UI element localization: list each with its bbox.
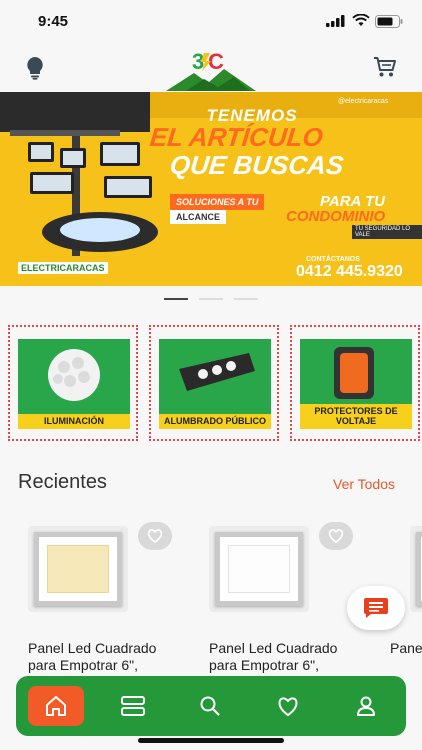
chat-button[interactable] [347,586,405,630]
home-icon [46,696,66,716]
panel-led-white [215,532,303,606]
tab-catalog[interactable] [105,686,161,726]
product-image [410,526,422,612]
lightbulb-icon[interactable] [24,56,46,80]
product-card[interactable]: Panel Led Cuadrado para Empotrar 6", [199,518,369,678]
promo-banner[interactable]: @electricaracas TENEMOS EL ARTÍCULO QUE … [0,92,422,286]
category-image: ILUMINACIÓN [18,339,130,429]
tab-favorites[interactable] [260,686,316,726]
category-label: PROTECTORES DE VOLTAJE [300,404,412,429]
category-protectores-voltaje[interactable]: PROTECTORES DE VOLTAJE [290,325,420,441]
product-name: Panel Led Cuadrado para Empotrar 6", [28,640,157,673]
carousel-dot[interactable] [199,298,223,300]
banner-line2: EL ARTÍCULO [148,122,325,152]
banner-alcance: ALCANCE [170,210,226,224]
tab-profile[interactable] [338,686,394,726]
banner-condominio: CONDOMINIO [286,208,386,225]
banner-brand: ELECTRICARACAS [18,262,108,274]
panel-led-warm [34,532,122,606]
carousel-dot[interactable] [234,298,258,300]
product-image [209,526,309,612]
cart-icon[interactable] [373,56,397,78]
recientes-header: Recientes Ver Todos [0,468,422,498]
status-bar: 9:45 [0,0,422,44]
category-image: PROTECTORES DE VOLTAJE [300,339,412,429]
product-card[interactable]: Panel Led Cuadrado para Empotrar 6", [18,518,188,678]
favorite-button[interactable] [319,522,353,550]
carousel-dot[interactable] [164,298,188,300]
panel-light [228,545,290,593]
search-icon [200,696,220,716]
home-indicator [138,738,284,743]
panel-light [47,545,109,593]
heart-icon [328,529,344,543]
chat-icon [364,598,388,618]
banner-tu-seguridad: TU SEGURIDAD LO VALE [352,225,422,239]
category-label: ALUMBRADO PÚBLICO [159,413,271,429]
app-header: 3 C [0,44,422,92]
category-list: ILUMINACIÓN ALUMBRADO PÚBLICO PROTECTORE… [0,325,422,441]
product-image [28,526,128,612]
category-image: ALUMBRADO PÚBLICO [159,339,271,429]
banner-contactanos: CONTÁCTANOS [306,256,360,263]
banner-phone: 0412 445.9320 [296,263,403,280]
category-alumbrado-publico[interactable]: ALUMBRADO PÚBLICO [149,325,279,441]
ver-todos-link[interactable]: Ver Todos [333,476,395,492]
streetlight-product-art [0,92,158,256]
logo-graphic: 3 C [166,49,256,91]
category-label: ILUMINACIÓN [18,413,130,429]
section-title: Recientes [18,471,107,493]
wifi-icon [352,14,370,26]
banner-soluciones: SOLUCIONES A TU [170,194,265,210]
category-iluminacion[interactable]: ILUMINACIÓN [8,325,138,441]
user-icon [357,696,375,716]
favorite-button[interactable] [138,522,172,550]
bottom-tab-bar [16,676,406,736]
cellular-signal-icon [326,15,345,27]
brand-logo: 3 C [164,47,258,91]
battery-icon [375,15,403,28]
panel-led-white [416,532,422,606]
carousel-indicator [0,298,422,302]
banner-line3: QUE BUSCAS [168,150,345,180]
heart-icon [147,529,163,543]
status-time: 9:45 [38,13,69,30]
product-name: Panel Led Cuadrado para Empotrar 6", [390,640,422,656]
tab-home[interactable] [28,686,84,726]
tab-search[interactable] [182,686,238,726]
heart-icon [278,697,298,717]
catalog-icon [121,696,145,716]
product-name: Panel Led Cuadrado para Empotrar 6", [209,640,338,673]
banner-handle: @electricaracas [334,96,393,107]
